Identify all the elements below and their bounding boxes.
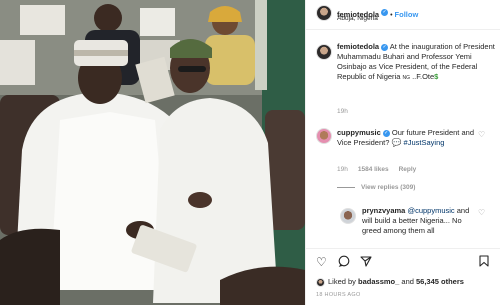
mention-link[interactable]: @cuppymusic: [407, 206, 454, 215]
photo-illustration: [0, 0, 305, 305]
comment-like-icon[interactable]: ♡: [478, 130, 485, 139]
reply-like-icon[interactable]: ♡: [478, 208, 485, 217]
avatar[interactable]: [316, 44, 332, 60]
avatar[interactable]: [316, 128, 332, 144]
hashtag-link[interactable]: #JustSaying: [404, 138, 445, 147]
verified-icon: ✓: [381, 9, 389, 17]
dollar-emoji-icon: $: [434, 72, 439, 81]
avatar[interactable]: [316, 5, 332, 21]
liked-by-count[interactable]: 56,345 others: [416, 277, 464, 286]
post-photo: [0, 0, 305, 305]
reply-button[interactable]: Reply: [399, 166, 417, 173]
location-link[interactable]: Abuja, Nigeria: [337, 15, 378, 22]
caption-author[interactable]: femiotedola: [337, 42, 379, 51]
nigeria-flag-icon: NG: [402, 75, 410, 81]
replies-divider: [337, 186, 355, 188]
comment-time: 19h: [337, 166, 348, 173]
liked-by-suffix: and: [399, 277, 416, 286]
share-icon[interactable]: [360, 255, 372, 270]
view-replies-button[interactable]: View replies (309): [337, 184, 425, 191]
verified-icon: ✓: [382, 129, 390, 137]
view-replies-label: View replies (309): [361, 184, 416, 191]
like-icon[interactable]: ♡: [316, 255, 327, 269]
caption-time: 19h: [337, 108, 348, 115]
post-side-panel: femiotedola ✓ • Follow Abuja, Nigeria femio…: [305, 0, 500, 305]
avatar[interactable]: [340, 208, 356, 224]
reply-author[interactable]: prynzvyama: [362, 206, 405, 215]
liked-by: Liked by badassmo_ and 56,345 others: [316, 277, 464, 287]
post-actions: ♡ Liked by badassmo_ and 56,345 others 1…: [306, 248, 500, 305]
comment-likes[interactable]: 1584 likes: [358, 166, 389, 173]
liked-by-prefix: Liked by: [328, 277, 359, 286]
speech-bubble-icon: 💬: [391, 138, 402, 147]
separator-dot: •: [390, 12, 393, 19]
verified-icon: ✓: [381, 43, 389, 51]
comment-icon[interactable]: [338, 255, 350, 270]
caption-tail: F.Ote: [416, 72, 435, 81]
post-header: femiotedola ✓ • Follow Abuja, Nigeria: [306, 0, 500, 30]
follow-button[interactable]: Follow: [395, 10, 419, 19]
liker-avatar[interactable]: [316, 277, 325, 287]
bookmark-icon[interactable]: [479, 255, 489, 270]
liked-by-user[interactable]: badassmo_: [358, 277, 399, 286]
comment-author[interactable]: cuppymusic: [337, 128, 381, 137]
post-timestamp: 18 HOURS AGO: [316, 292, 361, 298]
